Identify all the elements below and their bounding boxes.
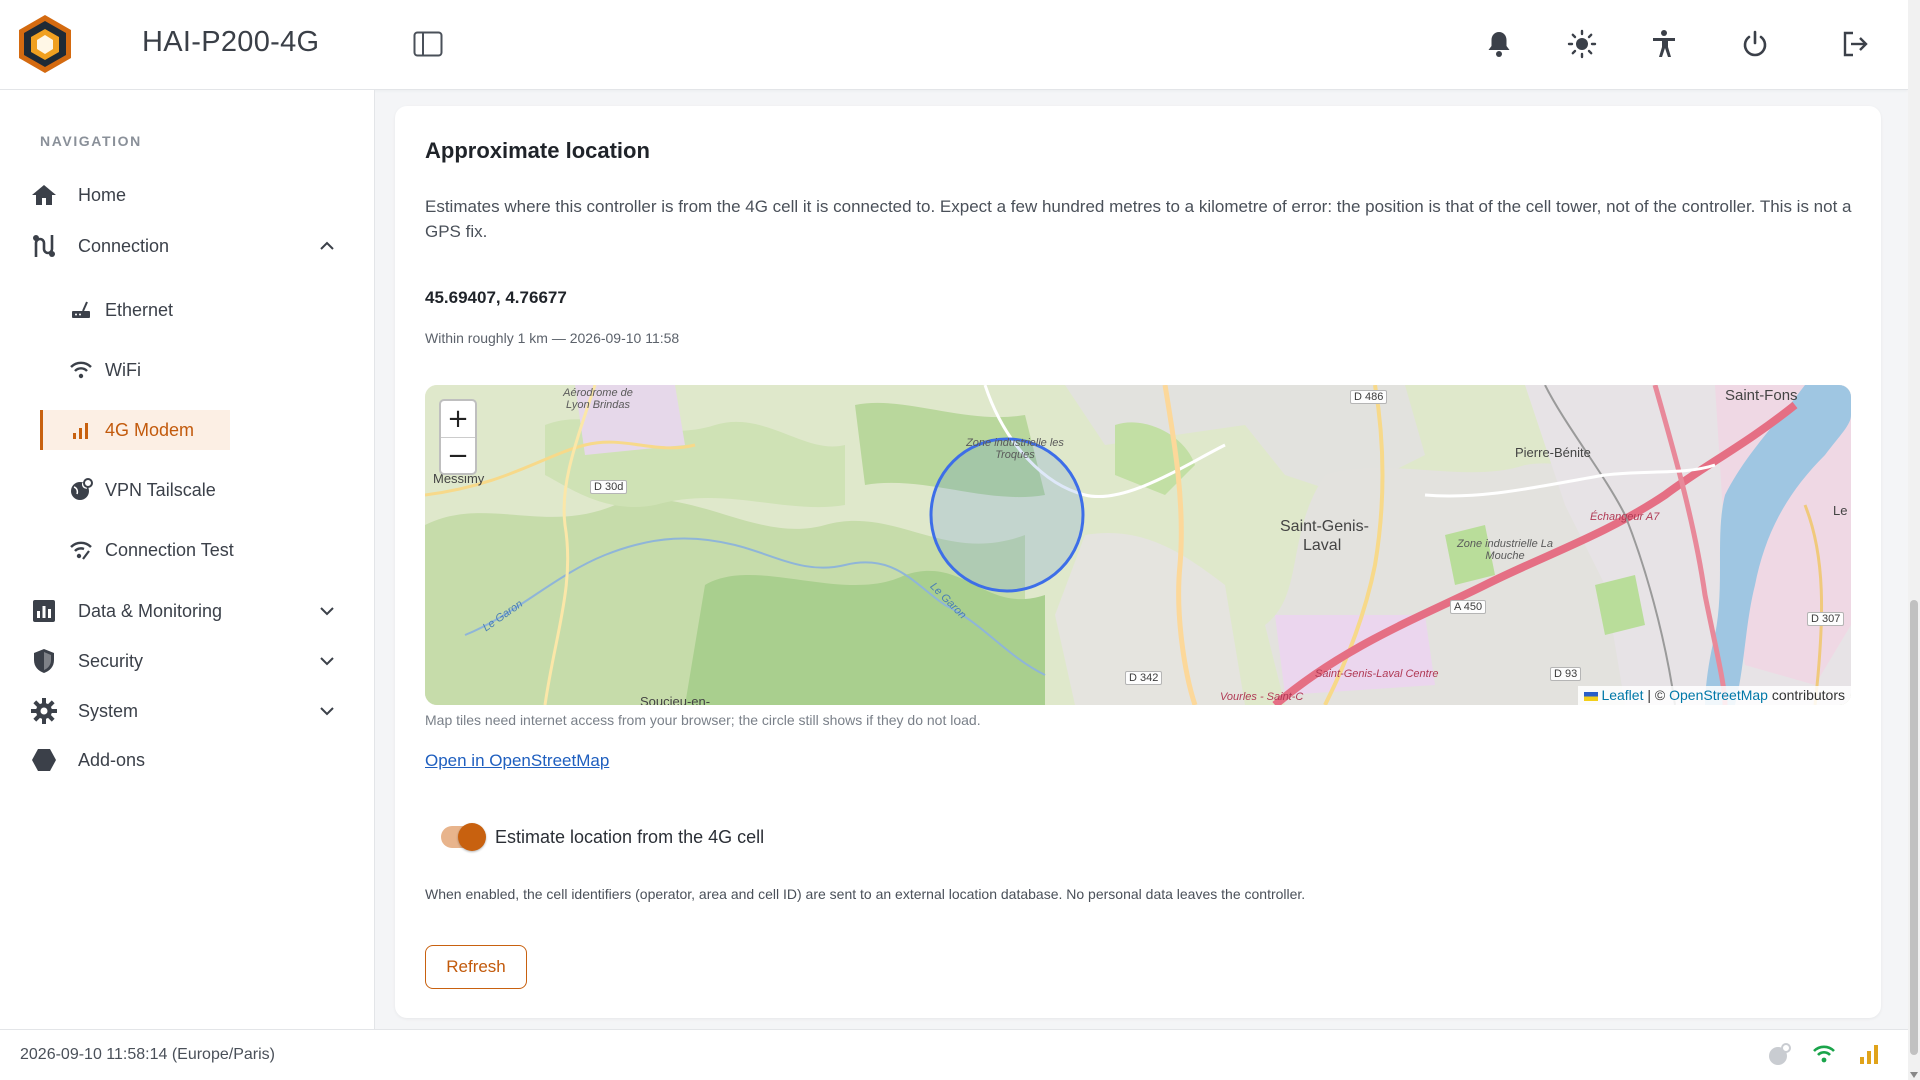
sidebar-item-label: Connection Test — [105, 539, 234, 560]
map-label: Échangeur A7 — [1590, 511, 1660, 523]
sidebar-item-4g-modem[interactable]: 4G Modem — [40, 410, 230, 450]
attribution-suffix: contributors — [1767, 687, 1845, 703]
signal-bars-icon — [67, 416, 95, 444]
hexagon-icon — [30, 746, 58, 774]
sidebar-item-security[interactable]: Security — [30, 647, 335, 675]
sidebar-item-label: Connection — [78, 235, 170, 256]
gear-icon — [30, 697, 58, 725]
road-badge: D 342 — [1125, 671, 1163, 685]
sidebar-item-label: Security — [78, 650, 144, 671]
chevron-down-icon[interactable] — [319, 603, 335, 619]
map-label: Saint-Genis- — [1280, 518, 1369, 535]
nav-heading: NAVIGATION — [40, 133, 142, 149]
map-label: Laval — [1303, 537, 1342, 554]
home-icon — [30, 181, 58, 209]
zoom-out-button[interactable]: − — [441, 437, 475, 473]
top-bar: HAI-P200-4G — [0, 0, 1908, 90]
sidebar-item-label: VPN Tailscale — [105, 479, 216, 500]
attribution-separator: | © — [1643, 687, 1670, 703]
chart-icon — [30, 597, 58, 625]
status-footer: 2026-09-10 11:58:14 (Europe/Paris) — [0, 1029, 1908, 1080]
refresh-button[interactable]: Refresh — [425, 945, 527, 989]
map-attribution: Leaflet | © OpenStreetMap contributors — [1577, 686, 1851, 705]
road-badge: D 93 — [1550, 667, 1582, 681]
sidebar-item-label: Home — [78, 184, 127, 205]
footer-datetime: 2026-09-10 11:58:14 (Europe/Paris) — [20, 1046, 275, 1063]
map-label: Saint-Genis-Laval Centre — [1315, 668, 1439, 680]
sidebar-item-data-monitoring[interactable]: Data & Monitoring — [30, 597, 335, 625]
sidebar-item-label: WiFi — [105, 359, 141, 380]
wifi-icon — [67, 356, 95, 384]
location-map[interactable]: Aérodrome de Lyon Brindas Messimy Zone i… — [425, 385, 1851, 705]
map-label: Vourles - Saint-C — [1220, 691, 1304, 703]
page-scrollbar[interactable] — [1908, 0, 1920, 1080]
toggle-label: Estimate location from the 4G cell — [495, 827, 765, 847]
connection-test-icon — [67, 536, 95, 564]
sidebar-item-home[interactable]: Home — [30, 181, 126, 209]
chevron-down-icon[interactable] — [319, 653, 335, 669]
card-title: Approximate location — [425, 138, 650, 163]
map-label: Soucieu-en- — [640, 694, 711, 705]
zoom-control: + − — [439, 399, 477, 475]
card-description: Estimates where this controller is from … — [425, 197, 1852, 241]
scroll-down-arrow-icon[interactable] — [1910, 1072, 1918, 1078]
map-hint: Map tiles need internet access from your… — [425, 712, 981, 728]
accuracy-text: Within roughly 1 km — 2026-09-10 11:58 — [425, 330, 680, 346]
ukraine-flag-icon — [1583, 691, 1598, 701]
chevron-up-icon[interactable] — [319, 238, 335, 254]
vpn-globe-icon — [67, 476, 95, 504]
open-in-openstreetmap-link[interactable]: Open in OpenStreetMap — [425, 751, 609, 771]
theme-sun-icon[interactable] — [1566, 28, 1598, 60]
sidebar-toggle-icon[interactable] — [413, 31, 443, 57]
map-label: Aérodrome de Lyon Brindas — [563, 387, 633, 411]
sidebar-item-label: Ethernet — [105, 299, 174, 320]
openstreetmap-attribution-link[interactable]: OpenStreetMap — [1669, 687, 1768, 703]
coordinates: 45.69407, 4.76677 — [425, 288, 567, 307]
leaflet-link[interactable]: Leaflet — [1601, 687, 1643, 703]
map-label: Le — [1833, 503, 1848, 518]
road-badge: D 486 — [1350, 390, 1388, 404]
road-badge: D 307 — [1807, 612, 1845, 626]
connection-icon — [30, 232, 58, 260]
sidebar-item-connection-test[interactable]: Connection Test — [67, 530, 234, 570]
map-label: Pierre-Bénite — [1515, 445, 1591, 460]
wifi-status-icon — [1812, 1043, 1836, 1067]
sidebar-item-connection[interactable]: Connection — [30, 232, 335, 260]
shield-icon — [30, 647, 58, 675]
sidebar-item-label: Add-ons — [78, 749, 146, 770]
location-card: Approximate location Estimates where thi… — [395, 106, 1881, 1018]
vpn-status-icon — [1767, 1043, 1791, 1067]
map-tiles[interactable] — [425, 385, 1851, 705]
map-label: Zone industrielle La Mouche — [1456, 538, 1553, 562]
sidebar-item-wifi[interactable]: WiFi — [67, 350, 141, 390]
accessibility-icon[interactable] — [1648, 28, 1680, 60]
cellular-signal-icon — [1858, 1043, 1882, 1067]
sidebar-item-ethernet[interactable]: Ethernet — [67, 290, 173, 330]
toggle-knob — [458, 823, 486, 851]
notification-bell-icon[interactable] — [1483, 28, 1515, 60]
ethernet-icon — [67, 296, 95, 324]
sidebar-item-vpn-tailscale[interactable]: VPN Tailscale — [67, 470, 216, 510]
power-icon[interactable] — [1739, 28, 1771, 60]
logout-icon[interactable] — [1839, 28, 1871, 60]
sidebar-item-add-ons[interactable]: Add-ons — [30, 746, 145, 774]
estimate-location-toggle[interactable] — [441, 823, 486, 851]
sidebar-item-label: System — [78, 700, 139, 721]
sidebar-item-label: Data & Monitoring — [78, 600, 223, 621]
map-label: Saint-Fons — [1725, 387, 1798, 404]
road-badge: A 450 — [1450, 600, 1487, 614]
privacy-note: When enabled, the cell identifiers (oper… — [425, 886, 1306, 902]
scrollbar-thumb[interactable] — [1910, 600, 1918, 1055]
map-label: Zone industrielle les Troques — [966, 437, 1064, 461]
chevron-down-icon[interactable] — [319, 703, 335, 719]
app-title: HAI-P200-4G — [142, 26, 320, 58]
app-logo — [16, 13, 74, 75]
sidebar-nav: NAVIGATION Home Connection Ethernet WiFi… — [0, 90, 375, 1029]
zoom-in-button[interactable]: + — [441, 401, 475, 437]
sidebar-item-system[interactable]: System — [30, 697, 335, 725]
sidebar-item-label: 4G Modem — [105, 419, 195, 440]
road-badge: D 30d — [590, 480, 628, 494]
